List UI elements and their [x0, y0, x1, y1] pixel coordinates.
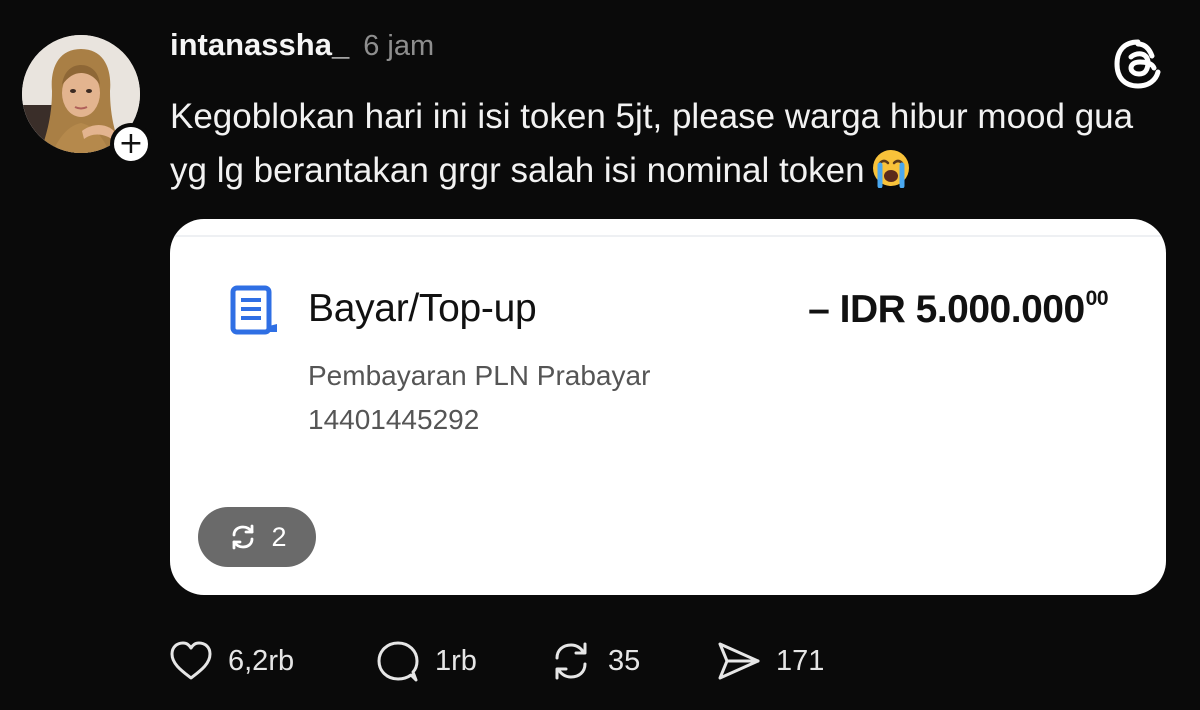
loudly-crying-face-icon: [872, 150, 909, 188]
attachment-card[interactable]: Bayar/Top-up – IDR 5.000.00000 Pembayara…: [170, 219, 1166, 595]
plus-icon: +: [118, 126, 144, 161]
post-body: Kegoblokan hari ini isi token 5jt, pleas…: [170, 97, 1134, 190]
share-button[interactable]: 171: [716, 638, 824, 684]
username[interactable]: intanassha_: [170, 27, 349, 63]
action-bar: 6,2rb 1rb 35 171: [168, 638, 824, 684]
post-text: Kegoblokan hari ini isi token 5jt, pleas…: [170, 90, 1170, 198]
card-divider: [170, 235, 1166, 237]
card-repost-count: 2: [271, 521, 287, 552]
follow-plus-button[interactable]: +: [110, 123, 152, 165]
repost-icon: [233, 524, 254, 550]
like-count: 6,2rb: [228, 644, 295, 677]
repost-button[interactable]: 35: [548, 638, 716, 684]
amount-decimals: 00: [1085, 287, 1109, 310]
send-paper-plane-icon: [718, 642, 760, 680]
post-header: intanassha_ 6 jam: [170, 27, 434, 63]
like-button[interactable]: 6,2rb: [168, 638, 375, 684]
receipt-document-icon: [230, 285, 277, 335]
avatar-container[interactable]: +: [22, 35, 152, 165]
transaction-description: Pembayaran PLN Prabayar: [308, 360, 651, 391]
repost-count: 35: [608, 644, 641, 677]
repost-arrows-icon: [555, 642, 587, 680]
transaction-amount: – IDR 5.000.00000: [808, 287, 1108, 332]
comment-bubble-icon: [377, 641, 419, 682]
reply-count: 1rb: [435, 644, 477, 677]
transaction-account-id: 14401445292: [308, 404, 480, 435]
threads-logo-icon: [1114, 39, 1161, 89]
heart-icon: [170, 641, 212, 680]
share-count: 171: [776, 644, 825, 677]
transaction-title: Bayar/Top-up: [308, 287, 537, 330]
post-time: 6 jam: [363, 30, 435, 62]
reply-button[interactable]: 1rb: [375, 638, 548, 684]
card-repost-badge[interactable]: 2: [198, 507, 316, 567]
amount-value: – IDR 5.000.000: [808, 288, 1085, 331]
